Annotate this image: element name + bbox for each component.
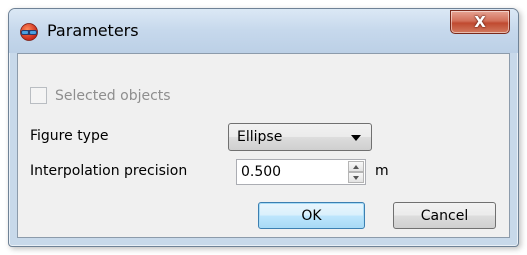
selected-objects-row[interactable]: Selected objects <box>30 87 171 104</box>
unit-row: m <box>375 163 389 179</box>
parameters-dialog: Parameters X Selected objects Figure typ… <box>8 8 519 247</box>
dialog-body: Selected objects Figure type Ellipse Int… <box>17 53 510 238</box>
selected-objects-checkbox[interactable] <box>30 87 47 104</box>
spin-up-button[interactable] <box>348 161 364 172</box>
spin-buttons <box>348 161 364 183</box>
figure-type-row: Figure type <box>30 128 108 144</box>
arrow-down-icon <box>353 175 359 180</box>
interpolation-precision-label: Interpolation precision <box>30 163 188 179</box>
interpolation-precision-spinbox[interactable] <box>236 159 366 185</box>
arrow-up-icon <box>353 164 359 169</box>
window-title: Parameters <box>47 21 139 40</box>
ok-button[interactable]: OK <box>258 202 365 229</box>
interpolation-precision-row: Interpolation precision <box>30 163 187 179</box>
close-icon: X <box>474 12 486 31</box>
app-icon <box>20 23 38 41</box>
interpolation-precision-input[interactable] <box>237 163 343 181</box>
unit-label: m <box>375 163 389 179</box>
cancel-button[interactable]: Cancel <box>393 202 496 229</box>
title-bar[interactable]: Parameters X <box>9 9 518 53</box>
figure-type-label: Figure type <box>30 128 109 144</box>
figure-type-value: Ellipse <box>237 129 283 145</box>
figure-type-select[interactable]: Ellipse <box>228 123 372 151</box>
chevron-down-icon <box>351 135 361 141</box>
selected-objects-label: Selected objects <box>55 87 171 104</box>
close-button[interactable]: X <box>450 10 510 34</box>
spin-down-button[interactable] <box>348 172 364 183</box>
